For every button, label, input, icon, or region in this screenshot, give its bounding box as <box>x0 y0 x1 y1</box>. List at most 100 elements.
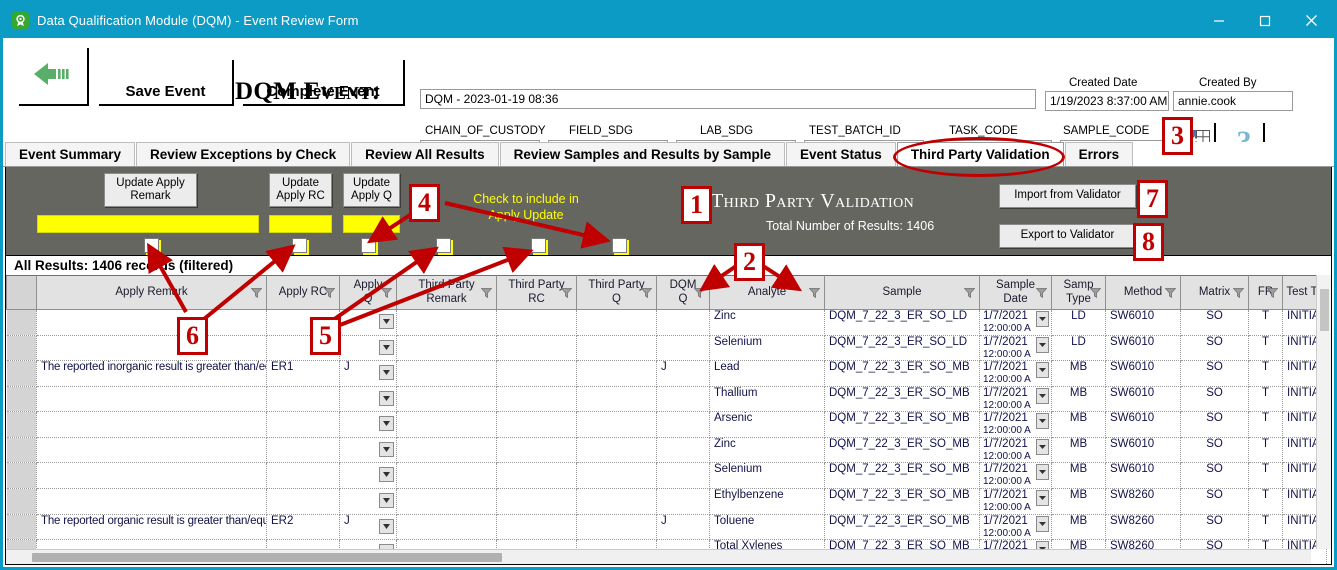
cell-sample[interactable]: DQM_7_22_3_ER_SO_MB <box>824 386 980 413</box>
cell-sample-date[interactable]: 1/7/202112:00:00 A <box>979 514 1052 541</box>
apply-q-dropdown-button[interactable] <box>379 390 394 406</box>
apply-q-dropdown-button[interactable] <box>379 467 394 483</box>
cell-sample[interactable]: DQM_7_22_3_ER_SO_MB <box>824 437 980 464</box>
cell-sample-date[interactable]: 1/7/202112:00:00 A <box>979 386 1052 413</box>
cell-third-party-rc[interactable] <box>496 462 577 489</box>
cell-fr[interactable]: T <box>1248 462 1283 489</box>
cell-dqm-q[interactable] <box>656 411 710 438</box>
back-button[interactable] <box>19 48 89 106</box>
filter-funnel-icon[interactable] <box>694 287 705 298</box>
vertical-scrollbar[interactable] <box>1316 275 1331 549</box>
save-event-button[interactable]: Save Event <box>99 60 234 106</box>
cell-sample-date[interactable]: 1/7/202112:00:00 A <box>979 488 1052 515</box>
cell-fr[interactable]: T <box>1248 309 1283 336</box>
cell-apply-rc[interactable]: ER1 <box>266 360 340 387</box>
cell-apply-remark[interactable] <box>36 462 267 489</box>
cell-fr[interactable]: T <box>1248 386 1283 413</box>
cell-analyte[interactable]: Arsenic <box>709 411 825 438</box>
update-apply-q-button[interactable]: Update Apply Q <box>343 173 400 207</box>
table-row[interactable]: Zinc DQM_7_22_3_ER_SO_LD 1/7/2021 12:00:00 … <box>6 309 1327 336</box>
cell-third-party-q[interactable] <box>576 309 657 336</box>
cell-method[interactable]: SW6010 <box>1105 309 1181 336</box>
cell-third-party-remark[interactable] <box>396 462 497 489</box>
update-apply-remark-button[interactable]: Update Apply Remark <box>104 173 197 207</box>
row-selector-cell[interactable] <box>6 437 37 464</box>
cell-sample[interactable]: DQM_7_22_3_ER_SO_MB <box>824 514 980 541</box>
cell-method[interactable]: SW6010 <box>1105 437 1181 464</box>
apply-q-dropdown-button[interactable] <box>379 314 394 329</box>
cell-samp-type[interactable]: MB <box>1051 462 1106 489</box>
filter-funnel-icon[interactable] <box>809 287 820 298</box>
row-selector-cell[interactable] <box>6 335 37 362</box>
cell-matrix[interactable]: SO <box>1180 488 1249 515</box>
tab-review-all-results[interactable]: Review All Results <box>351 142 499 166</box>
cell-third-party-remark[interactable] <box>396 309 497 336</box>
cell-dqm-q[interactable]: J <box>656 514 710 541</box>
include-third-party-q-checkbox[interactable] <box>612 238 627 253</box>
cell-analyte[interactable]: Ethylbenzene <box>709 488 825 515</box>
event-name-field[interactable]: DQM - 2023-01-19 08:36 <box>420 89 1036 109</box>
cell-apply-remark[interactable]: The reported organic result is greater t… <box>36 514 267 541</box>
cell-apply-q[interactable] <box>339 386 397 413</box>
sample-date-spinner[interactable] <box>1036 362 1049 379</box>
apply-rc-value-box[interactable] <box>269 215 332 233</box>
filter-funnel-icon[interactable] <box>964 287 975 298</box>
column-header-third-party-remark[interactable]: Third Party Remark <box>396 275 497 310</box>
cell-third-party-rc[interactable] <box>496 309 577 336</box>
row-selector-cell[interactable] <box>6 411 37 438</box>
cell-third-party-rc[interactable] <box>496 335 577 362</box>
cell-analyte[interactable]: Zinc <box>709 309 825 336</box>
cell-third-party-rc[interactable] <box>496 488 577 515</box>
cell-third-party-remark[interactable] <box>396 488 497 515</box>
cell-samp-type[interactable]: LD <box>1051 335 1106 362</box>
filter-funnel-icon[interactable] <box>251 287 262 298</box>
cell-apply-rc[interactable] <box>266 462 340 489</box>
cell-samp-type[interactable]: MB <box>1051 488 1106 515</box>
sample-date-spinner[interactable] <box>1036 413 1049 430</box>
column-header-matrix[interactable]: Matrix <box>1180 275 1249 310</box>
filter-funnel-icon[interactable] <box>381 287 392 298</box>
cell-sample-date[interactable]: 1/7/202112:00:00 A <box>979 437 1052 464</box>
column-header-samp-type[interactable]: Samp Type <box>1051 275 1106 310</box>
cell-third-party-q[interactable] <box>576 411 657 438</box>
cell-apply-rc[interactable]: ER2 <box>266 514 340 541</box>
tab-review-samples-and-results-by-sample[interactable]: Review Samples and Results by Sample <box>499 142 786 166</box>
cell-method[interactable]: SW6010 <box>1105 386 1181 413</box>
cell-apply-q[interactable] <box>339 488 397 515</box>
cell-analyte[interactable]: Selenium <box>709 462 825 489</box>
cell-matrix[interactable]: SO <box>1180 462 1249 489</box>
cell-analyte[interactable]: Lead <box>709 360 825 387</box>
cell-apply-remark[interactable]: The reported inorganic result is greater… <box>36 360 267 387</box>
cell-third-party-q[interactable] <box>576 437 657 464</box>
table-row[interactable]: Arsenic DQM_7_22_3_ER_SO_MB 1/7/2021 12:00:… <box>6 411 1327 438</box>
cell-samp-type[interactable]: MB <box>1051 514 1106 541</box>
table-row[interactable]: Selenium DQM_7_22_3_ER_SO_LD 1/7/2021 12:00… <box>6 335 1327 362</box>
cell-third-party-rc[interactable] <box>496 514 577 541</box>
cell-dqm-q[interactable] <box>656 437 710 464</box>
cell-sample[interactable]: DQM_7_22_3_ER_SO_MB <box>824 411 980 438</box>
column-header-sample[interactable]: Sample <box>824 275 980 310</box>
cell-sample[interactable]: DQM_7_22_3_ER_SO_MB <box>824 360 980 387</box>
cell-third-party-q[interactable] <box>576 514 657 541</box>
column-header-apply-remark[interactable]: Apply Remark <box>36 275 267 310</box>
filter-funnel-icon[interactable] <box>324 287 335 298</box>
cell-fr[interactable]: T <box>1248 335 1283 362</box>
cell-matrix[interactable]: SO <box>1180 437 1249 464</box>
column-header-apply-q[interactable]: Apply Q <box>339 275 397 310</box>
cell-sample[interactable]: DQM_7_22_3_ER_SO_MB <box>824 462 980 489</box>
cell-dqm-q[interactable] <box>656 462 710 489</box>
cell-samp-type[interactable]: LD <box>1051 309 1106 336</box>
apply-q-dropdown-button[interactable] <box>379 416 394 432</box>
cell-dqm-q[interactable] <box>656 386 710 413</box>
cell-matrix[interactable]: SO <box>1180 309 1249 336</box>
table-row[interactable]: Zinc DQM_7_22_3_ER_SO_MB 1/7/2021 12:00:00 … <box>6 437 1327 464</box>
cell-method[interactable]: SW6010 <box>1105 462 1181 489</box>
horizontal-scroll-thumb[interactable] <box>32 553 502 562</box>
cell-method[interactable]: SW6010 <box>1105 335 1181 362</box>
cell-matrix[interactable]: SO <box>1180 360 1249 387</box>
minimize-icon[interactable] <box>1196 3 1242 38</box>
cell-fr[interactable]: T <box>1248 437 1283 464</box>
vertical-scroll-thumb[interactable] <box>1320 289 1329 331</box>
cell-apply-q[interactable]: J <box>339 360 397 387</box>
cell-apply-q[interactable] <box>339 411 397 438</box>
